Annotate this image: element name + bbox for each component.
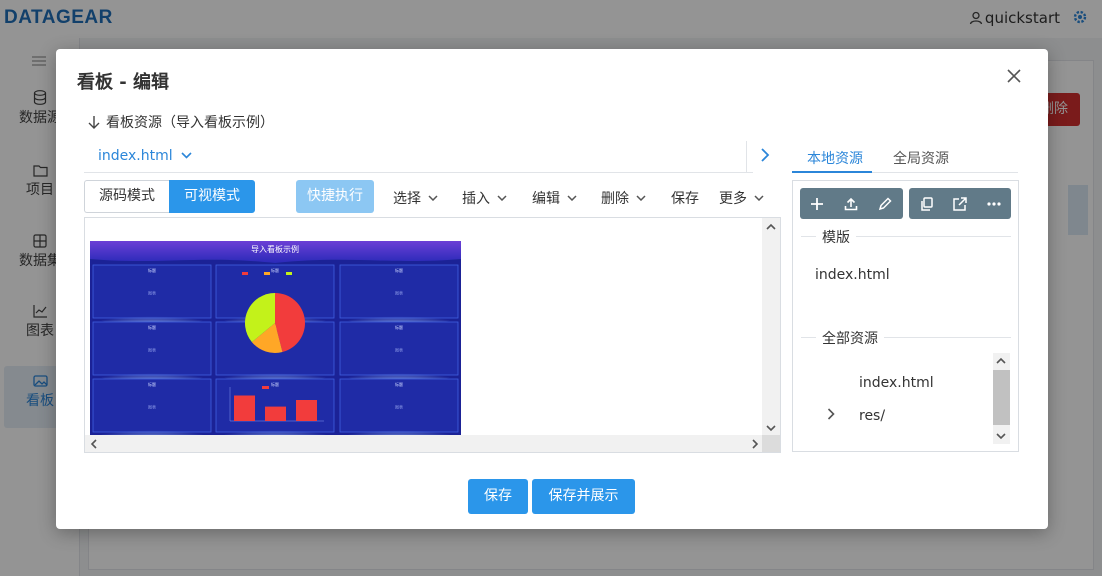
edit-resource-button[interactable] — [868, 188, 902, 219]
chevron-down-icon — [636, 195, 646, 201]
panel-title: 标题 — [271, 267, 279, 273]
scroll-up-icon[interactable] — [766, 222, 776, 232]
add-resource-button[interactable] — [800, 188, 834, 219]
pie-legend-swatch — [264, 272, 270, 275]
chevron-right-icon[interactable] — [758, 147, 772, 163]
resource-scrollbar[interactable] — [993, 353, 1010, 444]
menu-save[interactable]: 保存 — [671, 188, 699, 208]
more-icon — [987, 201, 1001, 206]
pie-legend-swatch — [242, 272, 248, 275]
open-resource-button[interactable] — [943, 188, 977, 219]
panel-title: 标题 — [395, 324, 403, 330]
menu-select[interactable]: 选择 — [393, 188, 438, 208]
dashboard-preview-canvas: 导入看板示例 标题图表标题标题图表标题图表标题图表标题图表标题图表标题标题图表 — [90, 241, 461, 435]
local-resource-panel: 模版 index.html 全部资源 index.html res/ — [792, 180, 1019, 452]
quick-exec-button[interactable]: 快捷执行 — [296, 180, 374, 213]
menu-more[interactable]: 更多 — [719, 188, 764, 208]
menu-label: 插入 — [462, 191, 490, 207]
file-tab-label: index.html — [98, 148, 173, 164]
section-toggle[interactable]: 看板资源（导入看板示例） — [88, 112, 274, 132]
template-label: 模版 — [816, 227, 856, 247]
file-tab-bar: index.html — [84, 141, 753, 173]
dashboard-preview[interactable]: 导入看板示例 标题图表标题标题图表标题图表标题图表标题图表标题图表标题标题图表 — [90, 241, 461, 435]
mode-switch: 源码模式 可视模式 — [84, 180, 255, 213]
plus-icon — [811, 197, 823, 210]
menu-insert[interactable]: 插入 — [462, 188, 507, 208]
resource-toolbar-secondary — [909, 188, 1011, 219]
panel-title: 标题 — [148, 267, 156, 273]
arrow-down-icon — [88, 116, 100, 129]
vertical-scrollbar[interactable] — [762, 218, 780, 437]
section-title: 看板资源（导入看板示例） — [106, 115, 274, 131]
menu-delete[interactable]: 删除 — [601, 188, 646, 208]
resource-file[interactable]: index.html — [859, 375, 934, 391]
visual-editor[interactable]: 导入看板示例 标题图表标题标题图表标题图表标题图表标题图表标题图表标题标题图表 — [84, 217, 781, 453]
scroll-up-icon[interactable] — [996, 356, 1006, 366]
chevron-down-icon[interactable] — [181, 152, 192, 159]
close-icon[interactable] — [1007, 69, 1021, 83]
file-tab-index[interactable]: index.html — [98, 148, 192, 164]
save-and-show-button[interactable]: 保存并展示 — [532, 479, 635, 514]
panel-title: 标题 — [395, 381, 403, 387]
dashboard-edit-dialog: 看板 - 编辑 看板资源（导入看板示例） index.html 源码模式 可视模… — [56, 49, 1048, 529]
panel-title: 标题 — [148, 381, 156, 387]
external-link-icon — [953, 196, 967, 211]
panel-title: 标题 — [271, 381, 279, 387]
scroll-thumb[interactable] — [993, 370, 1010, 425]
menu-label: 选择 — [393, 191, 421, 207]
resource-toolbar-primary — [800, 188, 903, 219]
bar — [234, 395, 255, 421]
template-file[interactable]: index.html — [815, 267, 890, 283]
tab-divider — [746, 141, 747, 173]
bar-legend-swatch — [262, 386, 269, 389]
more-actions-button[interactable] — [977, 188, 1011, 219]
menu-label: 更多 — [719, 191, 747, 207]
dialog-title: 看板 - 编辑 — [77, 72, 170, 93]
panel-empty-label: 图表 — [148, 347, 156, 353]
all-resources-label: 全部资源 — [816, 328, 884, 348]
upload-icon — [844, 197, 858, 210]
scroll-down-icon[interactable] — [766, 423, 776, 433]
panel-empty-label: 图表 — [148, 290, 156, 296]
source-mode-button[interactable]: 源码模式 — [84, 180, 169, 213]
scroll-corner — [762, 435, 780, 452]
menu-edit[interactable]: 编辑 — [532, 188, 577, 208]
copy-icon — [920, 196, 933, 211]
panel-title: 标题 — [395, 267, 403, 273]
bar — [296, 400, 317, 421]
panel-empty-label: 图表 — [148, 404, 156, 410]
scroll-left-icon[interactable] — [89, 439, 99, 449]
copy-resource-button[interactable] — [909, 188, 943, 219]
pie-legend-swatch — [286, 272, 292, 275]
chevron-down-icon — [428, 195, 438, 201]
chevron-down-icon — [567, 195, 577, 201]
tab-local-resources[interactable]: 本地资源 — [807, 148, 863, 168]
panel-empty-label: 图表 — [395, 290, 403, 296]
menu-label: 编辑 — [532, 191, 560, 207]
chevron-down-icon — [497, 195, 507, 201]
scroll-right-icon[interactable] — [750, 439, 760, 449]
visual-mode-button[interactable]: 可视模式 — [169, 180, 255, 213]
pencil-icon — [878, 196, 892, 210]
upload-resource-button[interactable] — [834, 188, 868, 219]
tab-global-resources[interactable]: 全局资源 — [893, 148, 949, 168]
scroll-down-icon[interactable] — [996, 431, 1006, 441]
preview-title: 导入看板示例 — [251, 244, 299, 254]
resource-tabs: 本地资源 全局资源 — [792, 141, 1018, 173]
active-tab-indicator — [792, 171, 872, 173]
menu-label: 删除 — [601, 191, 629, 207]
bar — [265, 406, 286, 421]
panel-title: 标题 — [148, 324, 156, 330]
horizontal-scrollbar[interactable] — [85, 435, 764, 452]
panel-empty-label: 图表 — [395, 347, 403, 353]
resource-folder[interactable]: res/ — [859, 408, 885, 424]
save-button[interactable]: 保存 — [468, 479, 528, 514]
panel-empty-label: 图表 — [395, 404, 403, 410]
chevron-right-icon[interactable] — [827, 408, 835, 420]
chevron-down-icon — [754, 195, 764, 201]
